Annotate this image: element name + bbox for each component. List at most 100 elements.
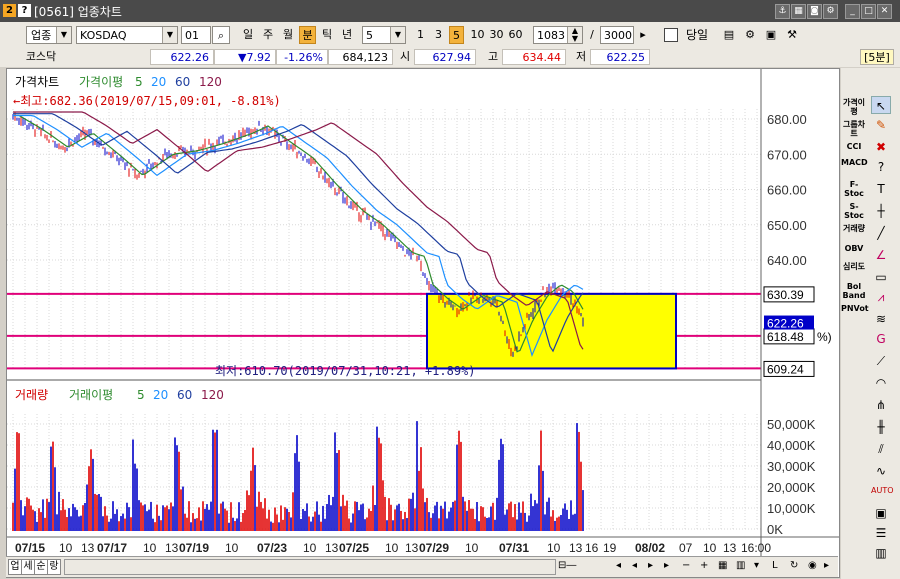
count-stepper[interactable]: 1083 ▲ ▼ [533,26,583,44]
bottom-tab-2[interactable]: 순 [34,559,48,575]
highlight-zone-box[interactable] [426,292,677,370]
label-icon[interactable]: L [772,559,786,573]
settings-icon[interactable]: ⚙ [823,4,838,19]
help-icon[interactable]: ? [18,4,31,17]
search-icon[interactable]: ⌕ [212,26,230,44]
scroll-left-end-icon[interactable]: ◂ [616,559,628,573]
scroll-left-icon[interactable]: ◂ [632,559,644,573]
indicator-price-ma[interactable]: 가격이평 [841,98,867,116]
indicator-volume[interactable]: 거래량 [841,224,867,233]
indicator-macd[interactable]: MACD [841,158,868,167]
minimize-icon[interactable]: _ [845,4,860,19]
maximize-icon[interactable]: □ [861,4,876,19]
zoom-in-icon[interactable]: + [700,559,714,573]
horizontal-scrollbar[interactable] [64,559,556,575]
channel-icon[interactable]: ≋ [871,310,891,328]
trend-line-icon[interactable]: ╱ [871,224,891,242]
screenshot-icon[interactable]: ◙ [807,4,822,19]
quote-volume: 684,123 [328,49,393,65]
cursor-arrow-icon[interactable]: ↖ [871,96,891,114]
cursor-down-icon[interactable]: ▾ [754,559,768,573]
fan-icon[interactable]: ⟋ [871,352,891,370]
period-year-button[interactable]: 년 [339,26,355,44]
chart-type-icon[interactable]: ▥ [736,559,750,573]
zoom-out-icon[interactable]: − [682,559,696,573]
period-minute-button[interactable]: 분 [299,26,316,44]
indicator-bollinger[interactable]: Bol Band [841,282,867,300]
rectangle-icon[interactable]: ▭ [871,268,891,286]
list-icon[interactable]: ☰ [871,524,891,542]
help-question-icon[interactable]: ? [871,158,891,176]
tools-icon[interactable]: ⚒ [783,26,801,44]
chevron-down-icon[interactable]: ▼ [56,27,71,43]
indicator-cci[interactable]: CCI [841,142,867,151]
speed-line-icon[interactable]: ⫽ [871,440,891,458]
indicator-s-stoc[interactable]: S-Stoc [841,202,867,220]
scroll-right-end-icon[interactable]: ▸ [664,559,676,573]
index-name-select[interactable]: KOSDAQ ▼ [76,26,178,44]
interval-3-button[interactable]: 3 [432,26,445,44]
layout-icon[interactable]: ▦ [791,4,806,19]
indicator-obv[interactable]: OBV [841,244,867,253]
volume-legend-p20: 20 [153,388,168,402]
bottom-tab-1[interactable]: 세 [21,559,35,575]
indicator-pivot[interactable]: PNVot [841,304,869,313]
interval-30-button[interactable]: 30 [488,26,505,44]
indicator-f-stoc[interactable]: F-Stoc [841,180,867,198]
zoom-slider[interactable]: ⊟― [558,559,588,573]
stepper-arrows-icon[interactable]: ▲ ▼ [567,27,582,43]
interval-tag: [5분] [860,49,894,65]
window-icon[interactable]: ▣ [871,504,891,522]
chart-frame[interactable]: 가격차트 가격이평 5 20 60 120 ←최고:682.36(2019/07… [6,68,840,578]
fibonacci-icon[interactable]: ⩘ [871,288,891,306]
delete-all-icon[interactable]: ✖ [871,138,891,156]
refresh-icon[interactable]: ↻ [790,559,804,573]
interval-1-button[interactable]: 1 [414,26,427,44]
chart-canvas[interactable]: 가격차트 가격이평 5 20 60 120 ←최고:682.36(2019/07… [7,69,839,557]
interval-select[interactable]: 5 ▼ [362,26,406,44]
bar-chart-icon[interactable]: ▥ [871,544,891,562]
close-icon[interactable]: ✕ [877,4,892,19]
interval-60-button[interactable]: 60 [507,26,524,44]
market-select[interactable]: 업종 ▼ [26,26,72,44]
total-input[interactable]: 3000 [600,26,634,44]
camera-icon[interactable]: ◉ [808,559,822,573]
pitchfork-icon[interactable]: ⋔ [871,396,891,414]
save-icon[interactable]: ▣ [762,26,780,44]
bottom-tab-0[interactable]: 업 [8,559,22,575]
more-icon[interactable]: ▸ [824,559,836,573]
cycle-icon[interactable]: ╫ [871,418,891,436]
period-day-button[interactable]: 일 [240,26,256,44]
angle-line-icon[interactable]: ∠ [871,246,891,264]
gear-icon[interactable]: ⚙ [741,26,759,44]
link-icon[interactable]: ⚓ [775,4,790,19]
period-tick-button[interactable]: 틱 [319,26,335,44]
text-tool-icon[interactable]: T [871,180,891,198]
indicator-psychology[interactable]: 심리도 [841,262,867,271]
chevron-down-icon[interactable]: ▼ [162,27,177,43]
interval-10-button[interactable]: 10 [469,26,486,44]
bottom-tab-3[interactable]: 랑 [47,559,61,575]
period-week-button[interactable]: 주 [260,26,276,44]
scroll-right-icon[interactable]: ▸ [648,559,660,573]
wave-icon[interactable]: ∿ [871,462,891,480]
x-axis-label: 10 [465,541,479,555]
volume-tick-label: 50,000K [767,417,816,432]
hline-label: 630.39 [767,288,804,302]
chevron-down-icon[interactable]: ▼ [390,27,405,43]
vertical-line-icon[interactable]: ┼ [871,202,891,220]
toolbar-arrow-icon[interactable]: ▸ [638,26,648,44]
grid-toggle-icon[interactable]: ▦ [718,559,732,573]
price-legend-p5: 5 [135,75,143,89]
today-checkbox[interactable] [664,28,678,42]
arc-icon[interactable]: ◠ [871,374,891,392]
period-month-button[interactable]: 월 [280,26,296,44]
interval-5-button[interactable]: 5 [449,26,464,44]
x-axis-label: 10 [225,541,239,555]
indicator-group-chart[interactable]: 그룹차트 [841,120,867,138]
index-code-input[interactable]: 01 [181,26,211,44]
auto-trend-icon[interactable]: AUTO [871,482,894,500]
print-icon[interactable]: ▤ [720,26,738,44]
gann-icon[interactable]: G [871,330,891,348]
eraser-icon[interactable]: ✎ [871,116,891,134]
